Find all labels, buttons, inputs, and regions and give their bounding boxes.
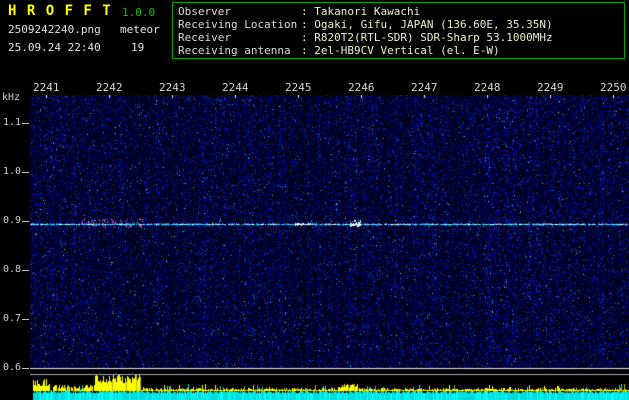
- info-label: Receiving antenna: [178, 44, 291, 57]
- time-tick-label: 2245: [285, 81, 312, 94]
- frequency-tick-label: 1.1: [3, 117, 22, 128]
- info-value: : Ogaki, Gifu, JAPAN (136.60E, 35.35N): [301, 18, 553, 31]
- output-filename: 2509242240.png: [8, 23, 101, 36]
- frequency-tick-label: 0.9: [3, 215, 22, 226]
- time-tick-label: 2250: [600, 81, 627, 94]
- time-tick-label: 2246: [348, 81, 375, 94]
- station-info-box: Observer : Takanori Kawachi Receiving Loc…: [172, 2, 625, 59]
- time-tick-label: 2241: [33, 81, 60, 94]
- echo-count: 19: [131, 41, 145, 54]
- info-label: Receiver: [178, 31, 231, 44]
- info-label: Observer: [178, 5, 231, 18]
- frequency-tick-mark: [22, 270, 29, 271]
- frequency-tick-mark: [22, 123, 29, 124]
- frequency-unit-label: kHz: [2, 92, 21, 103]
- frequency-tick-mark: [22, 172, 29, 173]
- frequency-tick-label: 0.8: [3, 264, 22, 275]
- info-value: : R820T2(RTL-SDR) SDR-Sharp 53.1000MHz: [301, 31, 553, 44]
- frequency-tick-mark: [22, 221, 29, 222]
- mode-label: meteor: [120, 23, 160, 36]
- app-version: 1.0.0: [122, 6, 156, 19]
- info-value: : 2el-HB9CV Vertical (el. E-W): [301, 44, 500, 57]
- frequency-tick-mark: [22, 368, 29, 369]
- time-tick-label: 2249: [537, 81, 564, 94]
- info-row: Receiving antenna : 2el-HB9CV Vertical (e…: [178, 44, 624, 57]
- time-tick-label: 2242: [96, 81, 123, 94]
- frequency-tick-mark: [22, 319, 29, 320]
- time-tick-label: 2243: [159, 81, 186, 94]
- app-title: H R O F F T: [8, 3, 112, 19]
- time-tick-label: 2247: [411, 81, 438, 94]
- info-row: Receiving Location: Ogaki, Gifu, JAPAN (…: [178, 18, 624, 31]
- capture-timestamp: 25.09.24 22:40: [8, 41, 101, 54]
- time-tick-label: 2248: [474, 81, 501, 94]
- info-row: Receiver : R820T2(RTL-SDR) SDR-Sharp 53.1…: [178, 31, 624, 44]
- info-label: Receiving Location: [178, 18, 298, 31]
- frequency-tick-label: 0.7: [3, 313, 22, 324]
- info-row: Observer : Takanori Kawachi: [178, 5, 624, 18]
- spectrogram-canvas: [30, 95, 629, 400]
- frequency-tick-label: 1.0: [3, 166, 22, 177]
- frequency-tick-label: 0.6: [3, 362, 22, 373]
- time-tick-label: 2244: [222, 81, 249, 94]
- info-value: : Takanori Kawachi: [301, 5, 421, 18]
- hrofft-window: H R O F F T 1.0.0 2509242240.png meteor …: [0, 0, 629, 400]
